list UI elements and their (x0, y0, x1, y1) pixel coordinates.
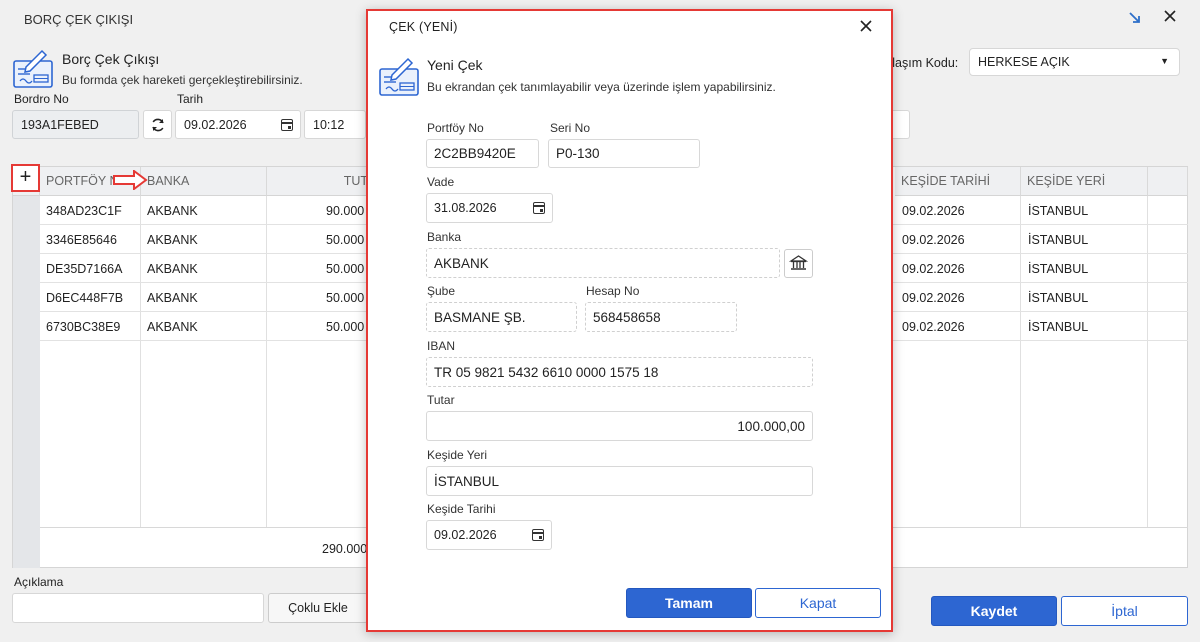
share-code-label: ylaşım Kodu: (886, 56, 959, 70)
calendar-icon[interactable] (532, 529, 544, 541)
form-description: Bu formda çek hareketi gerçekleştirebili… (62, 73, 303, 87)
cell-keside-tarihi: 09.02.2026 (902, 203, 965, 218)
bordro-input[interactable]: 193A1FEBED (12, 110, 139, 139)
calendar-icon[interactable] (281, 119, 293, 131)
window-close-icon[interactable] (1162, 8, 1180, 28)
tarih-input[interactable]: 09.02.2026 (175, 110, 301, 139)
cheque-form-icon (12, 47, 54, 89)
time-input[interactable]: 10:12 (304, 110, 366, 139)
cell-portfoy: D6EC448F7B (46, 290, 124, 305)
grid-row-selector-column (13, 196, 40, 568)
cell-keside-yeri: İSTANBUL (1028, 232, 1089, 247)
hidden-field-edge (893, 110, 910, 139)
coklu-ekle-button[interactable]: Çoklu Ekle (268, 593, 368, 623)
cell-tutar: 50.000 (326, 319, 365, 334)
cell-tutar: 50.000 (326, 261, 365, 276)
bank-lookup-button[interactable] (784, 249, 813, 278)
dialog-form-title: Yeni Çek (427, 57, 483, 73)
red-arrow-icon (113, 170, 148, 190)
portfoy-input[interactable]: 2C2BB9420E (426, 139, 539, 168)
cell-tutar: 90.000 (326, 203, 365, 218)
iban-input[interactable]: TR 05 9821 5432 6610 0000 1575 18 (426, 357, 813, 387)
keside-tarihi-value: 09.02.2026 (434, 528, 497, 542)
total-amount: 290.000 (322, 542, 368, 556)
tutar-label: Tutar (427, 393, 455, 407)
cell-banka: AKBANK (147, 290, 198, 305)
cell-portfoy: 348AD23C1F (46, 203, 122, 218)
dialog-form-description: Bu ekrandan çek tanımlayabilir veya üzer… (427, 80, 776, 94)
cell-keside-tarihi: 09.02.2026 (902, 290, 965, 305)
cell-keside-tarihi: 09.02.2026 (902, 261, 965, 276)
sube-label: Şube (427, 284, 456, 298)
window-title: BORÇ ÇEK ÇIKIŞI (24, 12, 134, 27)
vade-input[interactable]: 31.08.2026 (426, 193, 553, 223)
vade-value: 31.08.2026 (434, 201, 497, 215)
sube-input[interactable]: BASMANE ŞB. (426, 302, 577, 332)
cell-portfoy: 6730BC38E9 (46, 319, 121, 334)
bank-icon (788, 255, 809, 270)
minimize-arrow-icon[interactable] (1127, 10, 1145, 28)
share-code-value: HERKESE AÇIK (978, 55, 1070, 69)
cell-portfoy: DE35D7166A (46, 261, 123, 276)
kaydet-button[interactable]: Kaydet (931, 596, 1057, 626)
banka-input[interactable]: AKBANK (426, 248, 780, 278)
iban-label: IBAN (427, 339, 456, 353)
aciklama-input[interactable] (12, 593, 264, 623)
hesap-label: Hesap No (586, 284, 640, 298)
tamam-button[interactable]: Tamam (626, 588, 752, 618)
column-header-banka[interactable]: BANKA (141, 167, 267, 196)
keside-tarihi-label: Keşide Tarihi (427, 502, 496, 516)
cell-banka: AKBANK (147, 203, 198, 218)
seri-input[interactable]: P0-130 (548, 139, 700, 168)
tarih-value: 09.02.2026 (184, 117, 247, 132)
column-header-keside-tarihi[interactable]: KEŞİDE TARİHİ (895, 167, 1021, 196)
cell-banka: AKBANK (147, 261, 198, 276)
cheque-form-icon (378, 55, 420, 97)
new-cheque-dialog: ÇEK (YENİ) Yeni Çek Bu ekrandan çek tanı… (366, 9, 893, 632)
calendar-icon[interactable] (533, 202, 545, 214)
dialog-title: ÇEK (YENİ) (389, 20, 458, 34)
share-code-select[interactable]: HERKESE AÇIK ▼ (969, 48, 1180, 76)
cell-banka: AKBANK (147, 232, 198, 247)
cell-keside-yeri: İSTANBUL (1028, 261, 1089, 276)
form-title: Borç Çek Çıkışı (62, 51, 160, 67)
cell-keside-tarihi: 09.02.2026 (902, 232, 965, 247)
iptal-button[interactable]: İptal (1061, 596, 1188, 626)
column-header-keside-yeri[interactable]: KEŞİDE YERİ (1021, 167, 1148, 196)
cell-tutar: 50.000 (326, 290, 365, 305)
seri-label: Seri No (550, 121, 591, 135)
add-row-button[interactable]: + (11, 164, 40, 192)
cell-keside-yeri: İSTANBUL (1028, 203, 1089, 218)
cell-keside-yeri: İSTANBUL (1028, 290, 1089, 305)
refresh-button[interactable] (143, 110, 172, 139)
vade-label: Vade (427, 175, 455, 189)
tarih-label: Tarih (177, 92, 204, 106)
keside-yeri-input[interactable]: İSTANBUL (426, 466, 813, 496)
cell-keside-tarihi: 09.02.2026 (902, 319, 965, 334)
refresh-icon (151, 118, 164, 131)
keside-yeri-label: Keşide Yeri (427, 448, 488, 462)
cell-portfoy: 3346E85646 (46, 232, 117, 247)
column-header-extra (1148, 167, 1188, 196)
kapat-button[interactable]: Kapat (755, 588, 881, 618)
aciklama-label: Açıklama (14, 575, 64, 589)
dialog-close-icon[interactable] (856, 17, 876, 37)
column-header-tutar[interactable]: TUT (267, 167, 369, 196)
hesap-input[interactable]: 568458658 (585, 302, 737, 332)
cell-banka: AKBANK (147, 319, 198, 334)
banka-label: Banka (427, 230, 462, 244)
tutar-input[interactable]: 100.000,00 (426, 411, 813, 441)
cell-keside-yeri: İSTANBUL (1028, 319, 1089, 334)
bordro-label: Bordro No (14, 92, 69, 106)
cell-tutar: 50.000 (326, 232, 365, 247)
portfoy-label: Portföy No (427, 121, 484, 135)
keside-tarihi-input[interactable]: 09.02.2026 (426, 520, 552, 550)
chevron-down-icon: ▼ (1160, 56, 1169, 66)
